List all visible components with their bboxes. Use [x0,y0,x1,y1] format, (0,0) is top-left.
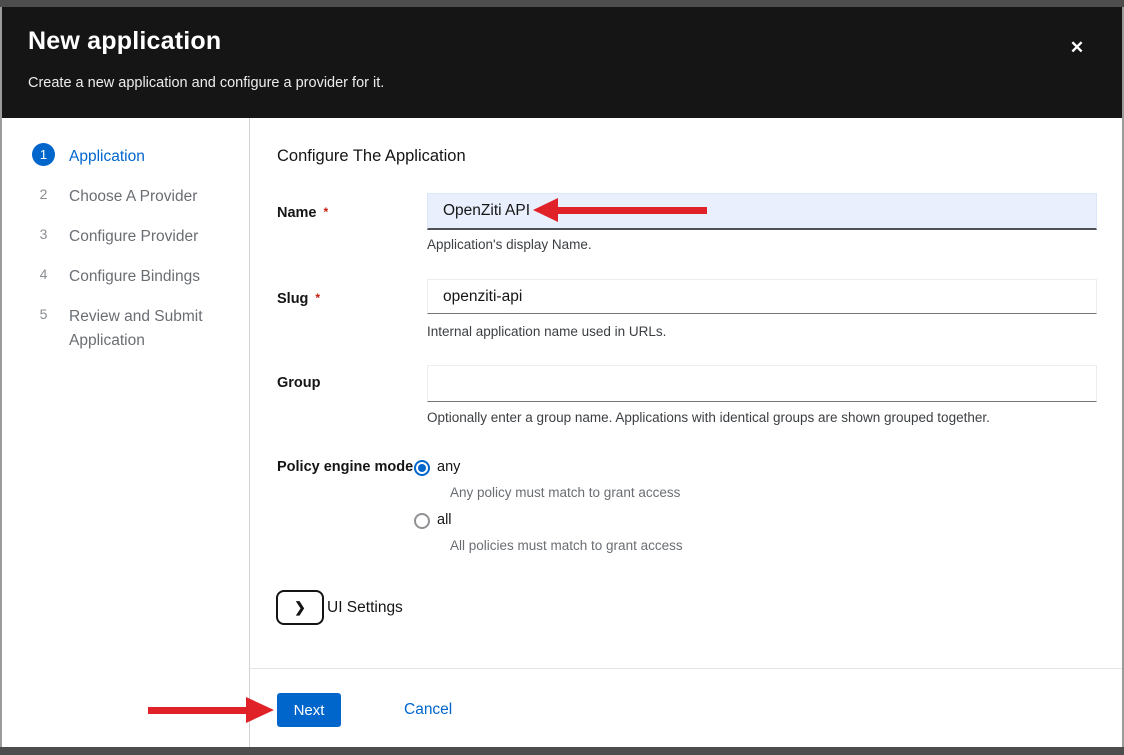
step-number: 1 [32,143,55,166]
ui-settings-expand-button[interactable]: ❯ [276,590,324,625]
modal-title: New application [28,27,221,56]
group-label: Group [277,375,321,391]
cancel-link[interactable]: Cancel [404,701,452,719]
required-asterisk: * [315,291,320,305]
radio-any[interactable] [414,460,430,476]
chevron-right-icon: ❯ [294,599,306,615]
name-helper-text: Application's display Name. [427,237,592,252]
name-field[interactable] [427,193,1097,230]
slug-helper-text: Internal application name used in URLs. [427,324,666,339]
modal-subtitle: Create a new application and configure a… [28,75,384,91]
step-label: Application [69,145,145,169]
slug-field[interactable] [427,279,1097,314]
wizard-step-configure-provider[interactable]: 3 Configure Provider [2,215,249,255]
step-number: 4 [32,263,55,286]
radio-all-label[interactable]: all [437,512,452,528]
ui-settings-label[interactable]: UI Settings [327,599,403,617]
modal-header: New application Create a new application… [2,7,1122,118]
step-label: Review and Submit Application [69,305,229,353]
radio-all-description: All policies must match to grant access [450,538,683,553]
step-number: 2 [32,183,55,206]
wizard-step-review-submit[interactable]: 5 Review and Submit Application [2,295,249,353]
step-number: 3 [32,223,55,246]
policy-engine-mode-label: Policy engine mode* [277,459,425,475]
sidebar-divider [249,118,250,747]
group-helper-text: Optionally enter a group name. Applicati… [427,410,990,425]
group-field[interactable] [427,365,1097,402]
step-label: Choose A Provider [69,185,197,209]
close-icon[interactable]: ✕ [1060,31,1094,65]
wizard-step-application[interactable]: 1 Application [2,135,249,175]
radio-all[interactable] [414,513,430,529]
new-application-modal: New application Create a new application… [0,7,1124,747]
required-asterisk: * [324,205,329,219]
wizard-nav: 1 Application 2 Choose A Provider 3 Conf… [2,118,249,353]
step-number: 5 [32,303,55,326]
radio-any-label[interactable]: any [437,459,460,475]
step-label: Configure Bindings [69,265,200,289]
next-button[interactable]: Next [277,693,341,727]
name-label: Name* [277,205,328,221]
wizard-step-choose-provider[interactable]: 2 Choose A Provider [2,175,249,215]
wizard-step-configure-bindings[interactable]: 4 Configure Bindings [2,255,249,295]
footer-divider [250,668,1122,669]
step-label: Configure Provider [69,225,198,249]
radio-any-description: Any policy must match to grant access [450,485,680,500]
slug-label: Slug* [277,291,320,307]
page-title: Configure The Application [277,147,466,166]
